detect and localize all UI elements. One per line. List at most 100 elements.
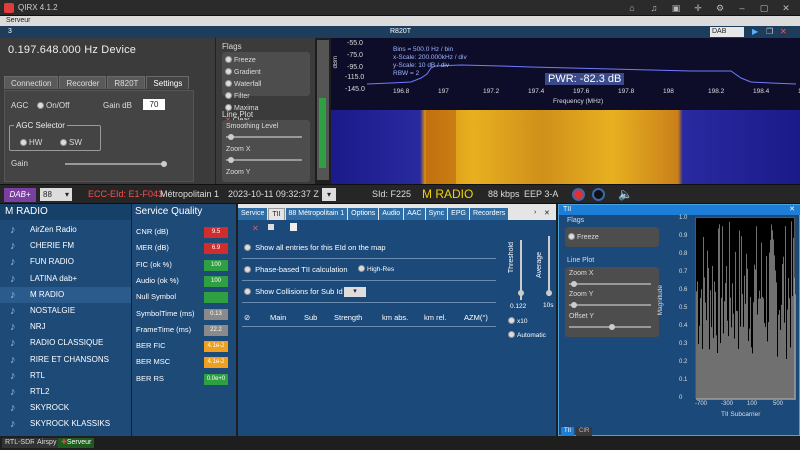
show-collisions-radio[interactable] [244,288,251,295]
close-panel-icon[interactable]: ✕ [780,27,787,36]
gain-slider-knob[interactable] [161,161,167,167]
agc-radio[interactable] [37,102,44,109]
tii-zoom-x-slider[interactable] [569,283,651,285]
tii-stop-icon[interactable] [268,224,274,230]
col-sub[interactable]: Sub [304,313,317,322]
threshold-knob[interactable] [518,290,524,296]
tab-r820t[interactable]: R820T [107,76,146,89]
middle-tab[interactable]: Options [348,208,379,220]
table-settings-icon[interactable]: ⊘ [244,313,250,322]
tab-cir[interactable]: CIR [576,427,593,436]
status-serveur[interactable]: ✚Serveur [58,438,95,448]
show-collisions[interactable]: Show Collisions for Sub Id [244,286,343,298]
station-item[interactable]: ♪ CHERIE FM [0,238,131,254]
speaker-icon[interactable]: 🔈 [618,187,633,201]
middle-tab[interactable]: AAC [404,208,425,220]
tab-close-icon[interactable]: ✕ [544,209,550,217]
sub-id-select[interactable]: ▾ [344,287,366,297]
station-item[interactable]: ♪ RTL2 [0,384,131,400]
station-item[interactable]: ♪ RADIO CLASSIQUE [0,335,131,351]
middle-tab[interactable]: Recorders [469,208,509,220]
average-knob[interactable] [546,290,552,296]
average-slider[interactable] [548,236,550,296]
station-item[interactable]: ♪ M RADIO [0,286,131,303]
hw-radio[interactable]: HW [20,138,42,147]
sw-radio-dot[interactable] [60,139,67,146]
smoothing-slider[interactable] [226,136,302,138]
tii-close-icon[interactable]: ✕ [252,224,259,233]
filter-radio[interactable] [225,92,232,99]
maximize-icon[interactable]: ▢ [758,2,770,14]
tii-zoom-y-knob[interactable] [571,302,577,308]
col-strength[interactable]: Strength [334,313,362,322]
zoom-x-slider[interactable] [226,159,302,161]
stop-icon[interactable] [592,188,605,201]
flag-gradient[interactable]: Gradient [225,68,271,76]
phase-based-radio[interactable] [244,266,251,273]
automatic-option[interactable]: Automatic [508,330,546,342]
station-item[interactable]: ♪ SKYROCK KLASSIKS [0,416,131,432]
menu-serveur[interactable]: Serveur [0,16,800,26]
tii-zoom-y-slider[interactable] [569,304,651,306]
station-item[interactable]: ♪ RTL [0,368,131,384]
status-rtl-sdr[interactable]: RTL-SDR [2,438,39,448]
minimize-icon[interactable]: – [736,2,748,14]
mode-select[interactable]: 88 ▾ [40,188,72,201]
image-icon[interactable]: ▣ [670,2,682,14]
middle-tab[interactable]: Service [238,208,268,220]
tab-tii-plot[interactable]: TII [561,427,574,436]
zoom-x-knob[interactable] [228,157,234,163]
tii-offset-y-knob[interactable] [609,324,615,330]
tii-zoom-x-knob[interactable] [571,281,577,287]
station-item[interactable]: ♪ FUN RADIO [0,254,131,270]
agc-onoff[interactable]: On/Off [37,101,69,110]
bell-icon[interactable]: ♫ [648,2,660,14]
smoothing-knob[interactable] [228,134,234,140]
middle-tab[interactable]: Sync [425,208,448,220]
waterfall-plot[interactable] [331,110,800,184]
flag-filter[interactable]: Filter [225,92,271,100]
crosshair-icon[interactable]: ✛ [692,2,704,14]
tii-doc-icon[interactable] [290,223,297,231]
tii-freeze[interactable]: Freeze [568,233,614,241]
tii-panel-close-icon[interactable]: ✕ [789,205,795,215]
station-item[interactable]: ♪ AirZen Radio [0,222,131,238]
gear-icon[interactable]: ⚙ [714,2,726,14]
show-all-radio[interactable] [244,244,251,251]
dab-select[interactable]: DAB [710,27,744,37]
high-res-radio[interactable] [358,265,365,272]
tab-settings[interactable]: Settings [146,76,190,89]
flag-waterfall[interactable]: Waterfall [225,80,271,88]
freeze-radio[interactable] [225,56,232,63]
middle-tab[interactable]: Audio [379,208,404,220]
tab-scroll-right-icon[interactable]: › [534,209,536,216]
service-select[interactable]: ▾ [322,188,336,201]
col-azm[interactable]: AZM(°) [464,313,488,322]
hw-radio-dot[interactable] [20,139,27,146]
gain-input[interactable]: 70 [143,99,165,110]
gain-slider[interactable] [65,163,165,165]
automatic-radio[interactable] [508,331,515,338]
station-item[interactable]: ♪ SKYROCK [0,400,131,416]
col-main[interactable]: Main [270,313,286,322]
col-km-abs[interactable]: km abs. [382,313,408,322]
status-airspy[interactable]: Airspy [34,438,60,448]
tab-recorder[interactable]: Recorder [59,76,107,89]
spectrum-plot[interactable]: -55.0 -75.0 -95.0 -115.0 -145.0 dBm Bins… [331,38,800,110]
tab-connection[interactable]: Connection [4,76,59,89]
waterfall-radio[interactable] [225,80,232,87]
high-res[interactable]: High-Res [358,264,394,276]
tii-freeze-radio[interactable] [568,233,575,240]
middle-tab[interactable]: EPG [448,208,469,220]
station-item[interactable]: ♪ NRJ [0,319,131,335]
phase-based-tii[interactable]: Phase-based TII calculation [244,264,348,276]
tii-plot-area[interactable] [695,217,796,400]
col-km-rel[interactable]: km rel. [424,313,447,322]
dab-mode-button[interactable]: DAB+ [4,188,36,202]
flag-freeze[interactable]: Freeze [225,56,271,64]
sw-radio[interactable]: SW [60,138,82,147]
show-all-entries[interactable]: Show all entries for this EId on the map [244,242,386,254]
middle-tab[interactable]: TII [268,208,285,220]
restore-icon[interactable]: ❐ [766,27,773,36]
record-icon[interactable] [572,188,585,201]
